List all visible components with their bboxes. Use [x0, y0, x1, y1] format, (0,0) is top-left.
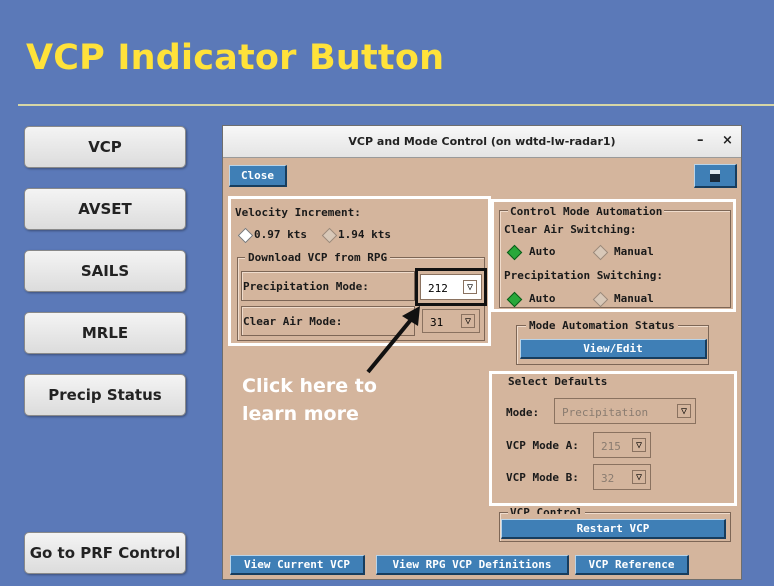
callout-line2: learn more: [242, 403, 359, 425]
callout-line1: Click here to: [242, 375, 377, 397]
callout-arrow-icon: [366, 306, 420, 374]
callout-text: Click here to learn more: [242, 372, 377, 428]
